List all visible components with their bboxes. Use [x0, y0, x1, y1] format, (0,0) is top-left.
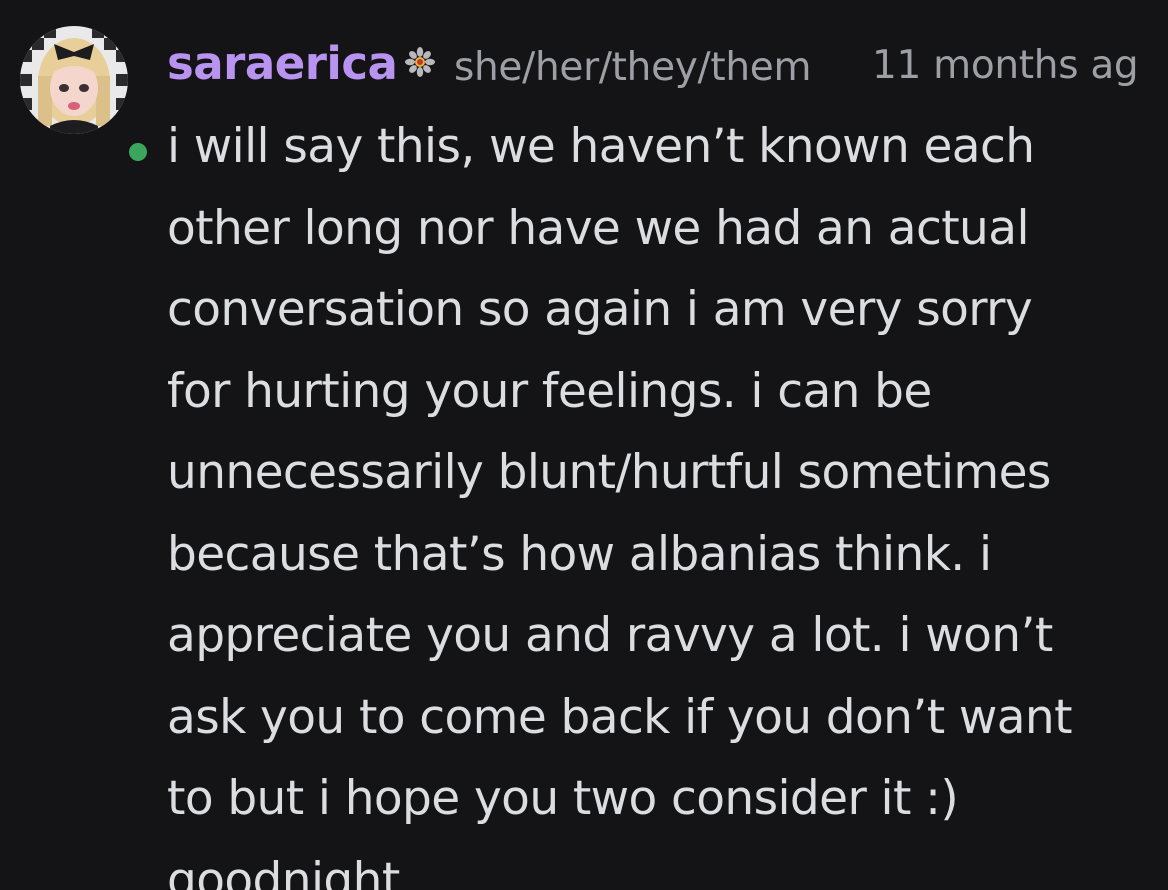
- username[interactable]: saraerica: [167, 36, 398, 92]
- online-status-indicator: [125, 139, 151, 165]
- message-line: unnecessarily blunt/hurtful sometimes: [167, 445, 1051, 500]
- message-line: other long nor have we had an actual: [167, 200, 1030, 256]
- message-line: because that’s how albanias think. i: [167, 526, 992, 582]
- message-line: appreciate you and ravvy a lot. i won’t: [167, 608, 1053, 663]
- flower-icon: [405, 47, 435, 77]
- message-line: for hurting your feelings. i can be: [167, 363, 932, 419]
- message-line: conversation so again i am very sorry: [167, 282, 1033, 337]
- pronouns: she/her/they/them: [454, 45, 812, 90]
- avatar[interactable]: [20, 26, 151, 165]
- message-body: i will say this, we haven’t known each o…: [167, 106, 1167, 890]
- message-line: ask you to come back if you don’t want: [167, 689, 1073, 745]
- chat-message: saraerica she/her/they/them 11 months ag: [0, 0, 1168, 890]
- timestamp[interactable]: 11 months ag: [872, 40, 1139, 92]
- message-line: i will say this, we haven’t known each: [167, 119, 1035, 174]
- message-line: to but i hope you two consider it :): [167, 771, 959, 826]
- avatar-image: [20, 26, 128, 134]
- message-line: goodnight: [167, 852, 400, 890]
